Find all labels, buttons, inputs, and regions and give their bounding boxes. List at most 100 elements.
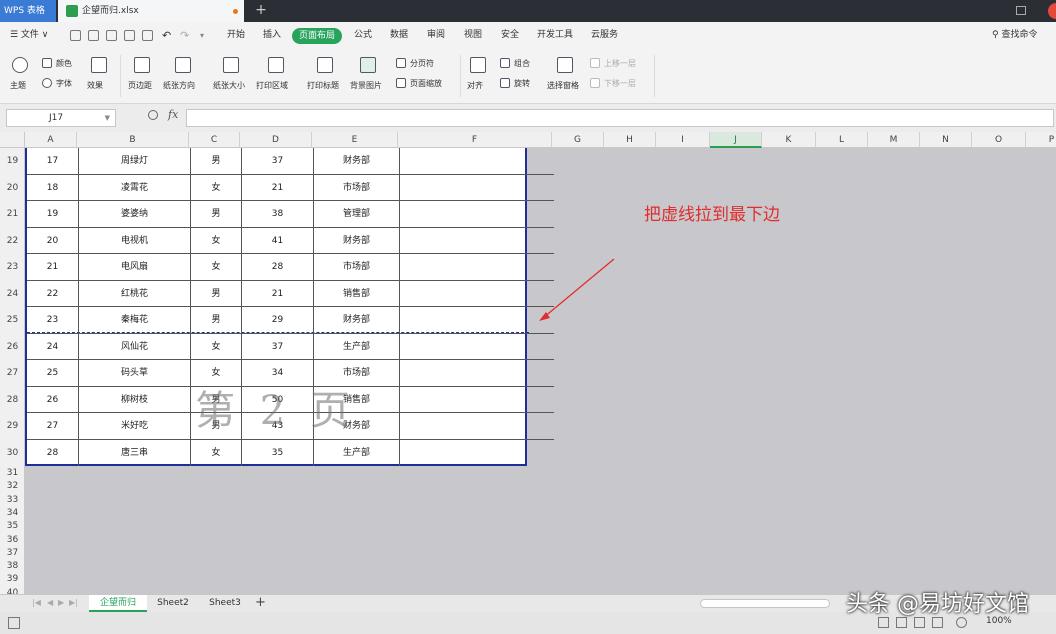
column-header-a[interactable]: A xyxy=(25,132,77,148)
page-zoom-button[interactable]: 页面缩放 xyxy=(410,78,442,89)
font-button[interactable]: 字体 xyxy=(56,78,72,89)
table-cell[interactable]: 风仙花 xyxy=(79,333,191,360)
fx-icon[interactable]: fx xyxy=(168,108,178,121)
macro-icon[interactable] xyxy=(8,617,20,629)
row-header[interactable]: 30 xyxy=(0,440,25,467)
sheet-tab-sheet3[interactable]: Sheet3 xyxy=(204,595,246,612)
column-header-l[interactable]: L xyxy=(816,132,868,148)
select-all-corner[interactable] xyxy=(0,132,25,148)
table-cell[interactable]: 21 xyxy=(27,254,79,281)
row-header[interactable]: 22 xyxy=(0,228,25,255)
page-zoom-icon[interactable] xyxy=(396,78,406,88)
selection-pane-button[interactable]: 选择窗格 xyxy=(547,80,579,91)
table-cell[interactable]: 生产部 xyxy=(314,333,400,360)
group-button[interactable]: 组合 xyxy=(514,58,530,69)
search-command[interactable]: ⚲ 查找命令 xyxy=(992,22,1037,49)
table-cell[interactable]: 19 xyxy=(27,201,79,228)
table-cell[interactable]: 红桃花 xyxy=(79,280,191,307)
table-cell[interactable]: 秦梅花 xyxy=(79,307,191,334)
table-cell[interactable]: 市场部 xyxy=(314,174,400,201)
print-area-icon[interactable] xyxy=(268,57,284,73)
menu-view[interactable]: 视图 xyxy=(464,22,482,49)
print-preview-icon[interactable] xyxy=(142,30,153,41)
orientation-button[interactable]: 纸张方向 xyxy=(163,80,195,91)
row-header[interactable]: 35 xyxy=(0,520,25,533)
table-cell[interactable]: 17 xyxy=(27,148,79,175)
column-header-b[interactable]: B xyxy=(77,132,189,148)
first-sheet-icon[interactable]: |◀ xyxy=(32,598,41,607)
color-icon[interactable] xyxy=(42,58,52,68)
table-cell[interactable]: 26 xyxy=(27,386,79,413)
table-cell[interactable]: 37 xyxy=(242,333,314,360)
table-cell[interactable]: 23 xyxy=(27,307,79,334)
menu-home[interactable]: 开始 xyxy=(227,22,245,49)
row-header[interactable]: 34 xyxy=(0,507,25,520)
margins-icon[interactable] xyxy=(134,57,150,73)
table-cell[interactable]: 管理部 xyxy=(314,201,400,228)
color-button[interactable]: 颜色 xyxy=(56,58,72,69)
orientation-icon[interactable] xyxy=(175,57,191,73)
table-cell[interactable] xyxy=(400,228,554,254)
row-header[interactable]: 37 xyxy=(0,547,25,560)
column-header-m[interactable]: M xyxy=(868,132,920,148)
row-header[interactable]: 25 xyxy=(0,307,25,334)
row-header[interactable]: 24 xyxy=(0,281,25,308)
effect-button[interactable]: 效果 xyxy=(87,80,103,91)
formula-input[interactable] xyxy=(186,109,1054,127)
column-header-d[interactable]: D xyxy=(240,132,312,148)
row-header[interactable]: 32 xyxy=(0,480,25,493)
horizontal-scrollbar[interactable] xyxy=(700,599,830,608)
theme-icon[interactable] xyxy=(12,57,28,73)
table-cell[interactable]: 21 xyxy=(242,280,314,307)
table-cell[interactable]: 22 xyxy=(27,280,79,307)
restore-icon[interactable] xyxy=(1016,6,1026,15)
redo-icon[interactable]: ↷ xyxy=(180,22,189,49)
row-header[interactable]: 38 xyxy=(0,560,25,573)
table-cell[interactable]: 销售部 xyxy=(314,280,400,307)
paper-size-button[interactable]: 纸张大小 xyxy=(213,80,245,91)
table-cell[interactable]: 37 xyxy=(242,148,314,175)
column-header-o[interactable]: O xyxy=(972,132,1026,148)
table-cell[interactable]: 码头草 xyxy=(79,360,191,387)
table-cell[interactable] xyxy=(400,175,554,201)
align-icon[interactable] xyxy=(470,57,486,73)
table-cell[interactable] xyxy=(400,387,554,413)
table-cell[interactable]: 18 xyxy=(27,174,79,201)
table-cell[interactable]: 米好吃 xyxy=(79,413,191,440)
column-header-n[interactable]: N xyxy=(920,132,972,148)
column-header-i[interactable]: I xyxy=(656,132,710,148)
row-header[interactable]: 29 xyxy=(0,413,25,440)
table-cell[interactable]: 男 xyxy=(191,307,242,334)
menu-file[interactable]: ☰ 文件 ∨ xyxy=(10,22,48,49)
customize-icon[interactable]: ▾ xyxy=(200,22,204,49)
rotate-button[interactable]: 旋转 xyxy=(514,78,530,89)
table-cell[interactable] xyxy=(400,254,554,281)
menu-insert[interactable]: 插入 xyxy=(263,22,281,49)
effect-icon[interactable] xyxy=(91,57,107,73)
save-icon[interactable] xyxy=(88,30,99,41)
app-tab[interactable]: WPS 表格 xyxy=(0,0,56,22)
column-header-g[interactable]: G xyxy=(552,132,604,148)
column-header-f[interactable]: F xyxy=(398,132,552,148)
table-cell[interactable]: 电视机 xyxy=(79,227,191,254)
paper-size-icon[interactable] xyxy=(223,57,239,73)
eye-protection-icon[interactable] xyxy=(956,617,967,628)
normal-view-icon[interactable] xyxy=(878,617,889,628)
rotate-icon[interactable] xyxy=(500,78,510,88)
table-cell[interactable]: 38 xyxy=(242,201,314,228)
table-cell[interactable]: 电风扇 xyxy=(79,254,191,281)
table-cell[interactable]: 29 xyxy=(242,307,314,334)
page-break-icon[interactable] xyxy=(396,58,406,68)
row-header[interactable]: 27 xyxy=(0,360,25,387)
column-header-j[interactable]: J xyxy=(710,132,762,148)
table-cell[interactable]: 女 xyxy=(191,174,242,201)
menu-cloud[interactable]: 云服务 xyxy=(591,22,618,49)
zoom-icon[interactable] xyxy=(148,110,158,120)
row-header[interactable]: 28 xyxy=(0,387,25,414)
background-image-button[interactable]: 背景图片 xyxy=(350,80,382,91)
table-cell[interactable]: 财务部 xyxy=(314,307,400,334)
table-cell[interactable]: 28 xyxy=(242,254,314,281)
print-icon[interactable] xyxy=(124,30,135,41)
page-break-button[interactable]: 分页符 xyxy=(410,58,434,69)
table-cell[interactable]: 41 xyxy=(242,227,314,254)
